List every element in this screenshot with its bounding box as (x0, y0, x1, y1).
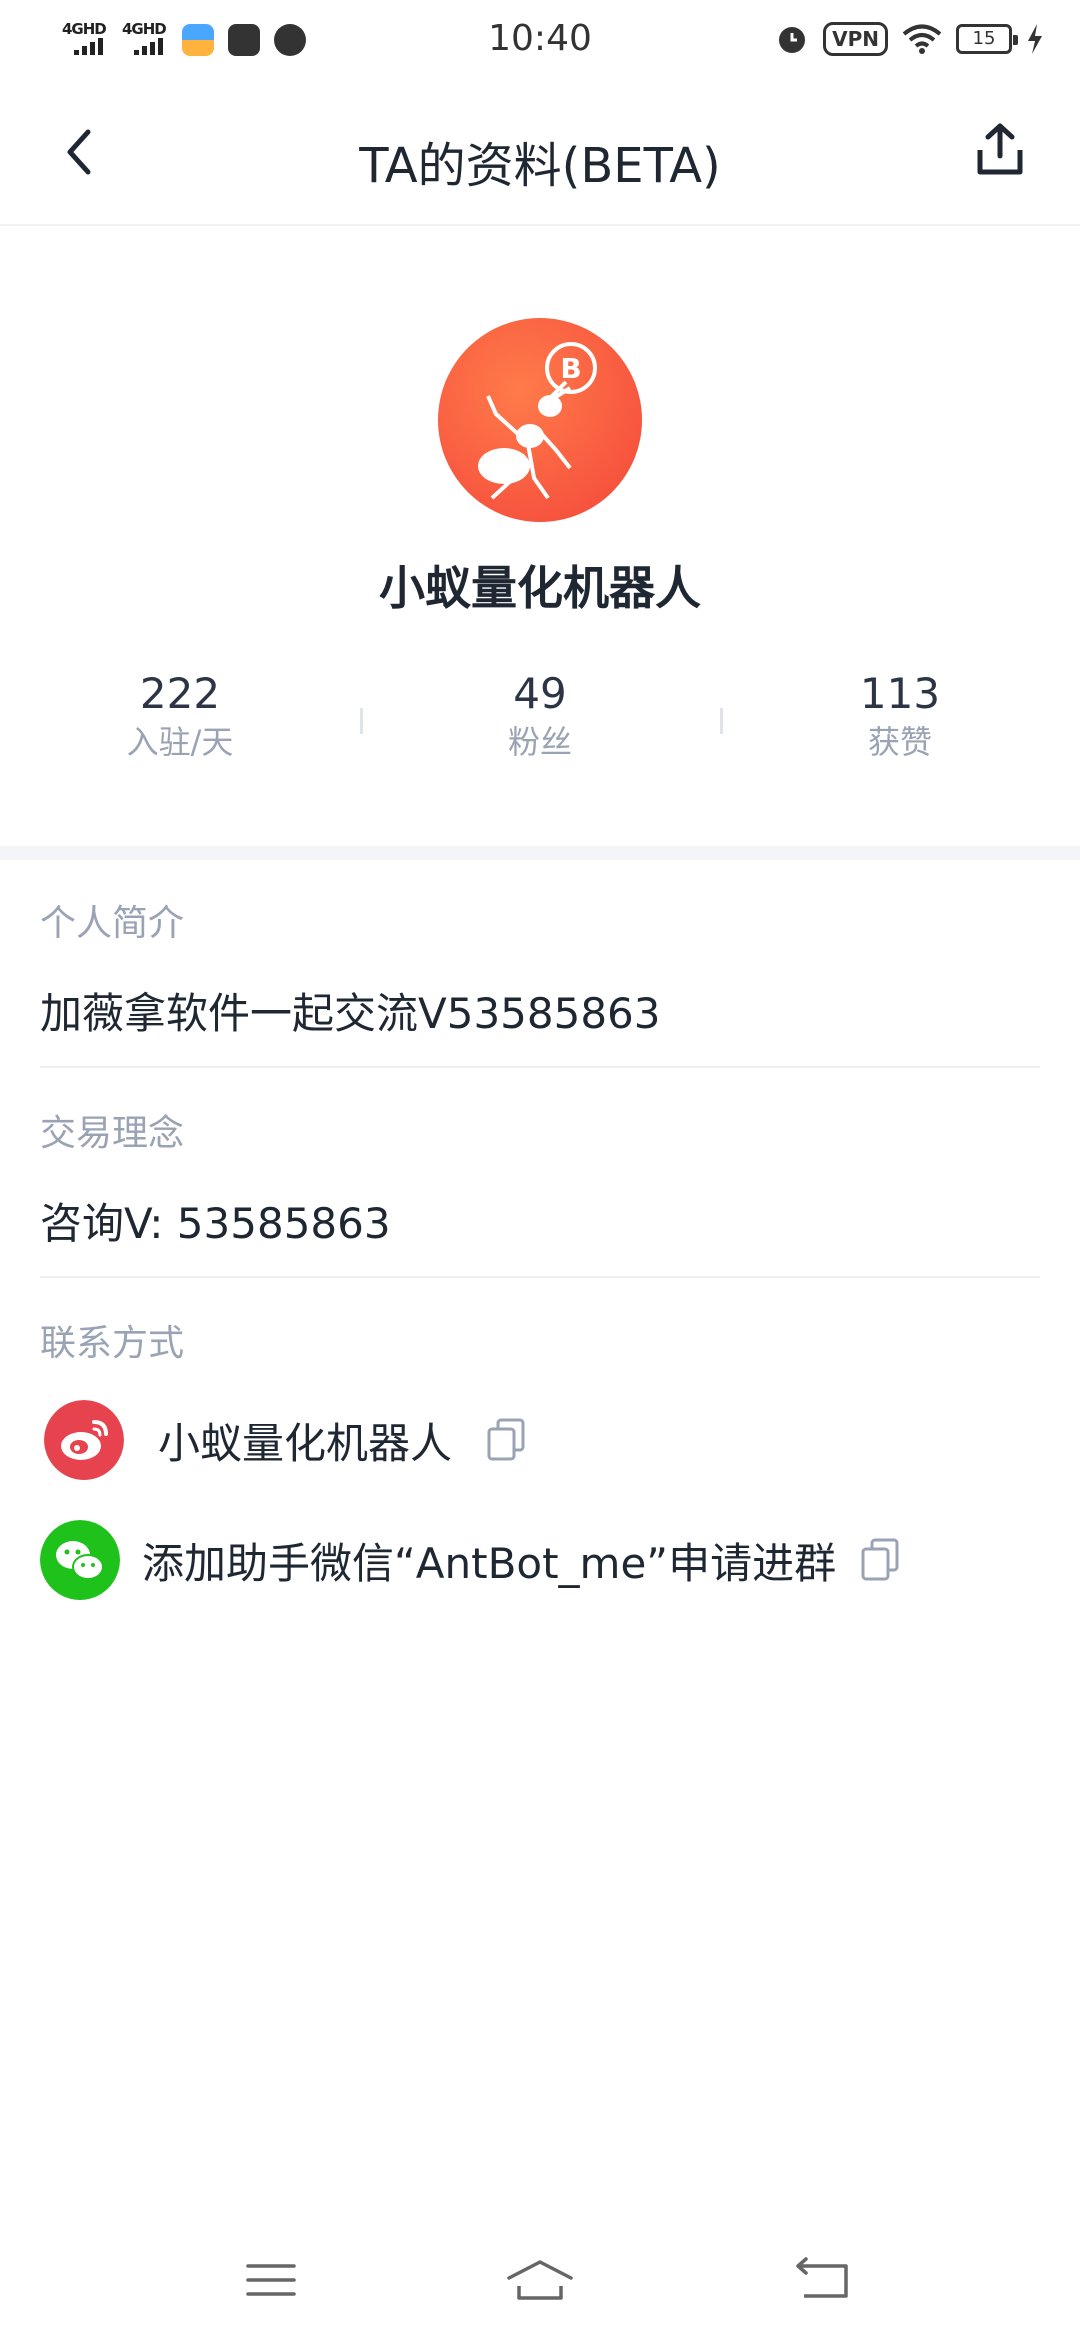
divider (40, 1276, 1040, 1278)
stat-fans[interactable]: 49 粉丝 (360, 668, 720, 764)
weibo-icon (44, 1400, 124, 1480)
battery-icon: 15 (956, 24, 1018, 54)
battery-level: 15 (972, 28, 996, 49)
ant-bitcoin-logo-icon: B (478, 342, 597, 500)
weibo-contact-text: 小蚁量化机器人 (158, 1418, 453, 1468)
section-separator (0, 846, 1080, 860)
philosophy-text: 咨询V: 53585863 (40, 1199, 391, 1248)
header: TA的资料(BETA) (0, 84, 1080, 226)
wechat-icon (40, 1520, 120, 1600)
bio-text: 加薇拿软件一起交流V53585863 (40, 989, 661, 1038)
copy-icon[interactable] (486, 1417, 526, 1463)
contact-title: 联系方式 (40, 1323, 185, 1364)
bio-title: 个人简介 (40, 903, 185, 944)
alarm-icon (779, 27, 806, 53)
stat-fans-label: 粉丝 (507, 723, 572, 761)
stat-days-value: 222 (139, 669, 221, 718)
philosophy-title: 交易理念 (40, 1113, 185, 1154)
menu-icon[interactable] (236, 2250, 306, 2310)
vpn-badge: VPN (823, 22, 888, 56)
contact-weibo: 小蚁量化机器人 (44, 1400, 526, 1480)
page-title: TA的资料(BETA) (359, 138, 721, 194)
share-icon[interactable] (970, 120, 1030, 180)
home-icon[interactable] (505, 2250, 575, 2310)
profile-name: 小蚁量化机器人 (379, 561, 701, 615)
charging-icon (1028, 24, 1042, 54)
contact-wechat: 添加助手微信“AntBot_me”申请进群 (40, 1520, 900, 1600)
stat-days: 222 入驻/天 (0, 668, 360, 764)
profile-stats: 222 入驻/天 49 粉丝 113 获赞 (0, 668, 1080, 778)
avatar: B (438, 318, 642, 522)
stat-likes: 113 获赞 (720, 668, 1080, 764)
status-bar: 4GHD 4GHD 10:40 VPN 15 (0, 0, 1080, 84)
system-nav-bar (0, 2230, 1080, 2340)
stat-likes-value: 113 (859, 669, 941, 718)
stat-fans-value: 49 (513, 669, 567, 718)
svg-text:B: B (560, 352, 581, 385)
back-nav-icon[interactable] (788, 2250, 858, 2310)
divider (40, 1066, 1040, 1068)
wifi-icon (902, 24, 942, 54)
wechat-contact-text: 添加助手微信“AntBot_me”申请进群 (142, 1538, 837, 1588)
stat-days-label: 入驻/天 (126, 723, 234, 761)
status-right: VPN 15 (775, 22, 1044, 56)
copy-icon[interactable] (860, 1537, 900, 1583)
stat-likes-label: 获赞 (867, 723, 932, 761)
